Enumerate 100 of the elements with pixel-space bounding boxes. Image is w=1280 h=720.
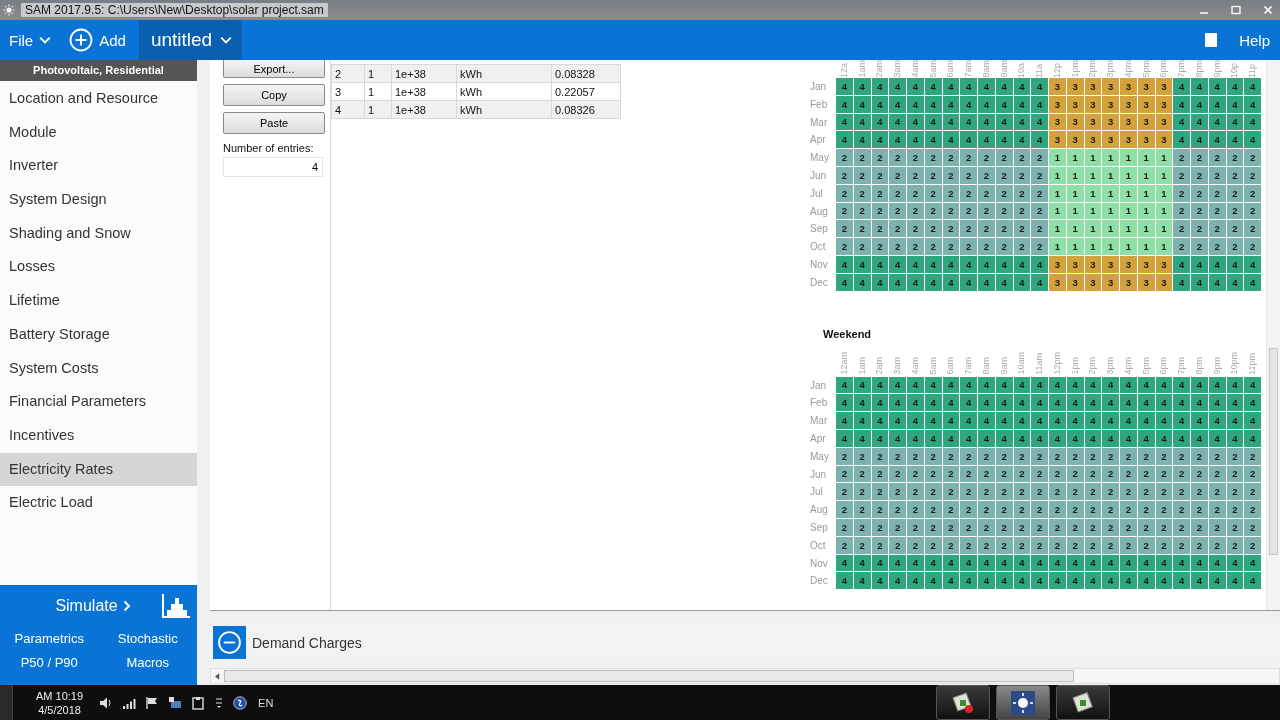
schedule-cell[interactable]: 2 bbox=[907, 501, 924, 518]
schedule-cell[interactable]: 4 bbox=[978, 429, 995, 447]
schedule-cell[interactable]: 3 bbox=[1120, 78, 1137, 95]
schedule-cell[interactable]: 2 bbox=[871, 202, 889, 220]
schedule-cell[interactable]: 1 bbox=[1066, 167, 1084, 184]
schedule-cell[interactable]: 2 bbox=[1155, 518, 1173, 536]
schedule-cell[interactable]: 4 bbox=[1244, 429, 1261, 447]
schedule-cell[interactable]: 3 bbox=[1102, 113, 1119, 131]
schedule-cell[interactable]: 2 bbox=[871, 149, 889, 166]
schedule-cell[interactable]: 2 bbox=[1031, 184, 1048, 202]
schedule-cell[interactable]: 4 bbox=[995, 412, 1013, 429]
sidebar-item[interactable]: Location and Resource bbox=[0, 82, 197, 116]
schedule-cell[interactable]: 4 bbox=[1226, 78, 1244, 95]
schedule-cell[interactable]: 4 bbox=[1066, 554, 1084, 572]
schedule-cell[interactable]: 4 bbox=[853, 572, 871, 590]
schedule-cell[interactable]: 2 bbox=[1173, 167, 1190, 184]
schedule-cell[interactable]: 3 bbox=[1066, 131, 1084, 149]
schedule-cell[interactable]: 1 bbox=[1120, 220, 1137, 238]
schedule-cell[interactable]: 4 bbox=[1173, 376, 1190, 394]
schedule-cell[interactable]: 4 bbox=[942, 429, 960, 447]
schedule-cell[interactable]: 4 bbox=[1031, 273, 1048, 291]
close-icon[interactable] bbox=[1262, 4, 1274, 16]
schedule-cell[interactable]: 2 bbox=[1013, 149, 1031, 166]
schedule-cell[interactable]: 2 bbox=[853, 501, 871, 518]
schedule-cell[interactable]: 1 bbox=[1120, 184, 1137, 202]
schedule-cell[interactable]: 1 bbox=[1066, 202, 1084, 220]
schedule-cell[interactable]: 2 bbox=[924, 149, 942, 166]
schedule-cell[interactable]: 2 bbox=[907, 465, 924, 483]
schedule-cell[interactable]: 2 bbox=[871, 518, 889, 536]
schedule-cell[interactable]: 4 bbox=[1084, 394, 1102, 412]
schedule-cell[interactable]: 4 bbox=[1084, 412, 1102, 429]
schedule-cell[interactable]: 3 bbox=[1049, 131, 1066, 149]
schedule-cell[interactable]: 2 bbox=[907, 238, 924, 255]
schedule-cell[interactable]: 4 bbox=[871, 78, 889, 95]
schedule-cell[interactable]: 2 bbox=[1226, 536, 1244, 554]
schedule-cell[interactable]: 4 bbox=[1084, 554, 1102, 572]
schedule-cell[interactable]: 2 bbox=[1155, 447, 1173, 465]
schedule-cell[interactable]: 4 bbox=[1013, 412, 1031, 429]
schedule-cell[interactable]: 4 bbox=[1208, 572, 1226, 590]
schedule-cell[interactable]: 1 bbox=[1049, 238, 1066, 255]
schedule-cell[interactable]: 1 bbox=[1049, 220, 1066, 238]
schedule-cell[interactable]: 1 bbox=[1066, 220, 1084, 238]
schedule-cell[interactable]: 2 bbox=[942, 501, 960, 518]
simulate-link[interactable]: Macros bbox=[98, 655, 197, 670]
schedule-cell[interactable]: 3 bbox=[1066, 95, 1084, 113]
schedule-cell[interactable]: 3 bbox=[1120, 255, 1137, 273]
schedule-cell[interactable]: 3 bbox=[1049, 78, 1066, 95]
schedule-cell[interactable]: 4 bbox=[1049, 412, 1066, 429]
schedule-cell[interactable]: 2 bbox=[889, 501, 906, 518]
schedule-cell[interactable]: 4 bbox=[1244, 412, 1261, 429]
schedule-cell[interactable]: 2 bbox=[1013, 202, 1031, 220]
simulate-link[interactable]: P50 / P90 bbox=[0, 655, 99, 670]
schedule-cell[interactable]: 2 bbox=[836, 149, 853, 166]
schedule-cell[interactable]: 2 bbox=[1013, 184, 1031, 202]
schedule-cell[interactable]: 4 bbox=[853, 376, 871, 394]
schedule-cell[interactable]: 2 bbox=[1013, 465, 1031, 483]
schedule-cell[interactable]: 1 bbox=[1102, 149, 1119, 166]
schedule-cell[interactable]: 2 bbox=[1173, 149, 1190, 166]
schedule-cell[interactable]: 2 bbox=[1049, 465, 1066, 483]
schedule-cell[interactable]: 4 bbox=[1226, 273, 1244, 291]
schedule-cell[interactable]: 2 bbox=[1208, 167, 1226, 184]
schedule-cell[interactable]: 4 bbox=[978, 394, 995, 412]
schedule-cell[interactable]: 1 bbox=[1120, 238, 1137, 255]
schedule-cell[interactable]: 4 bbox=[871, 95, 889, 113]
schedule-cell[interactable]: 2 bbox=[960, 465, 977, 483]
schedule-cell[interactable]: 4 bbox=[995, 95, 1013, 113]
schedule-cell[interactable]: 2 bbox=[1066, 483, 1084, 501]
schedule-cell[interactable]: 4 bbox=[889, 429, 906, 447]
schedule-cell[interactable]: 4 bbox=[1013, 273, 1031, 291]
schedule-cell[interactable]: 4 bbox=[1031, 376, 1048, 394]
schedule-cell[interactable]: 2 bbox=[1226, 220, 1244, 238]
schedule-cell[interactable]: 4 bbox=[1137, 394, 1155, 412]
schedule-cell[interactable]: 2 bbox=[1084, 536, 1102, 554]
schedule-cell[interactable]: 2 bbox=[1226, 184, 1244, 202]
schedule-cell[interactable]: 2 bbox=[871, 465, 889, 483]
schedule-cell[interactable]: 2 bbox=[1244, 536, 1261, 554]
schedule-cell[interactable]: 2 bbox=[1191, 483, 1208, 501]
schedule-cell[interactable]: 2 bbox=[924, 220, 942, 238]
schedule-cell[interactable]: 4 bbox=[1049, 554, 1066, 572]
schedule-cell[interactable]: 4 bbox=[1244, 95, 1261, 113]
schedule-cell[interactable]: 2 bbox=[978, 184, 995, 202]
schedule-cell[interactable]: 4 bbox=[1066, 412, 1084, 429]
schedule-cell[interactable]: 4 bbox=[1120, 376, 1137, 394]
schedule-cell[interactable]: 4 bbox=[995, 554, 1013, 572]
schedule-cell[interactable]: 2 bbox=[1244, 220, 1261, 238]
schedule-cell[interactable]: 4 bbox=[960, 78, 977, 95]
schedule-cell[interactable]: 2 bbox=[1191, 149, 1208, 166]
schedule-cell[interactable]: 1 bbox=[1084, 202, 1102, 220]
schedule-cell[interactable]: 4 bbox=[1244, 131, 1261, 149]
schedule-cell[interactable]: 4 bbox=[1226, 376, 1244, 394]
schedule-cell[interactable]: 2 bbox=[836, 483, 853, 501]
schedule-cell[interactable]: 2 bbox=[960, 447, 977, 465]
schedule-cell[interactable]: 4 bbox=[1155, 376, 1173, 394]
schedule-cell[interactable]: 2 bbox=[978, 149, 995, 166]
schedule-cell[interactable]: 4 bbox=[853, 78, 871, 95]
schedule-cell[interactable]: 4 bbox=[1173, 78, 1190, 95]
schedule-cell[interactable]: 4 bbox=[1208, 95, 1226, 113]
schedule-cell[interactable]: 4 bbox=[924, 394, 942, 412]
schedule-cell[interactable]: 3 bbox=[1120, 131, 1137, 149]
taskbar-app-button[interactable] bbox=[996, 685, 1050, 720]
